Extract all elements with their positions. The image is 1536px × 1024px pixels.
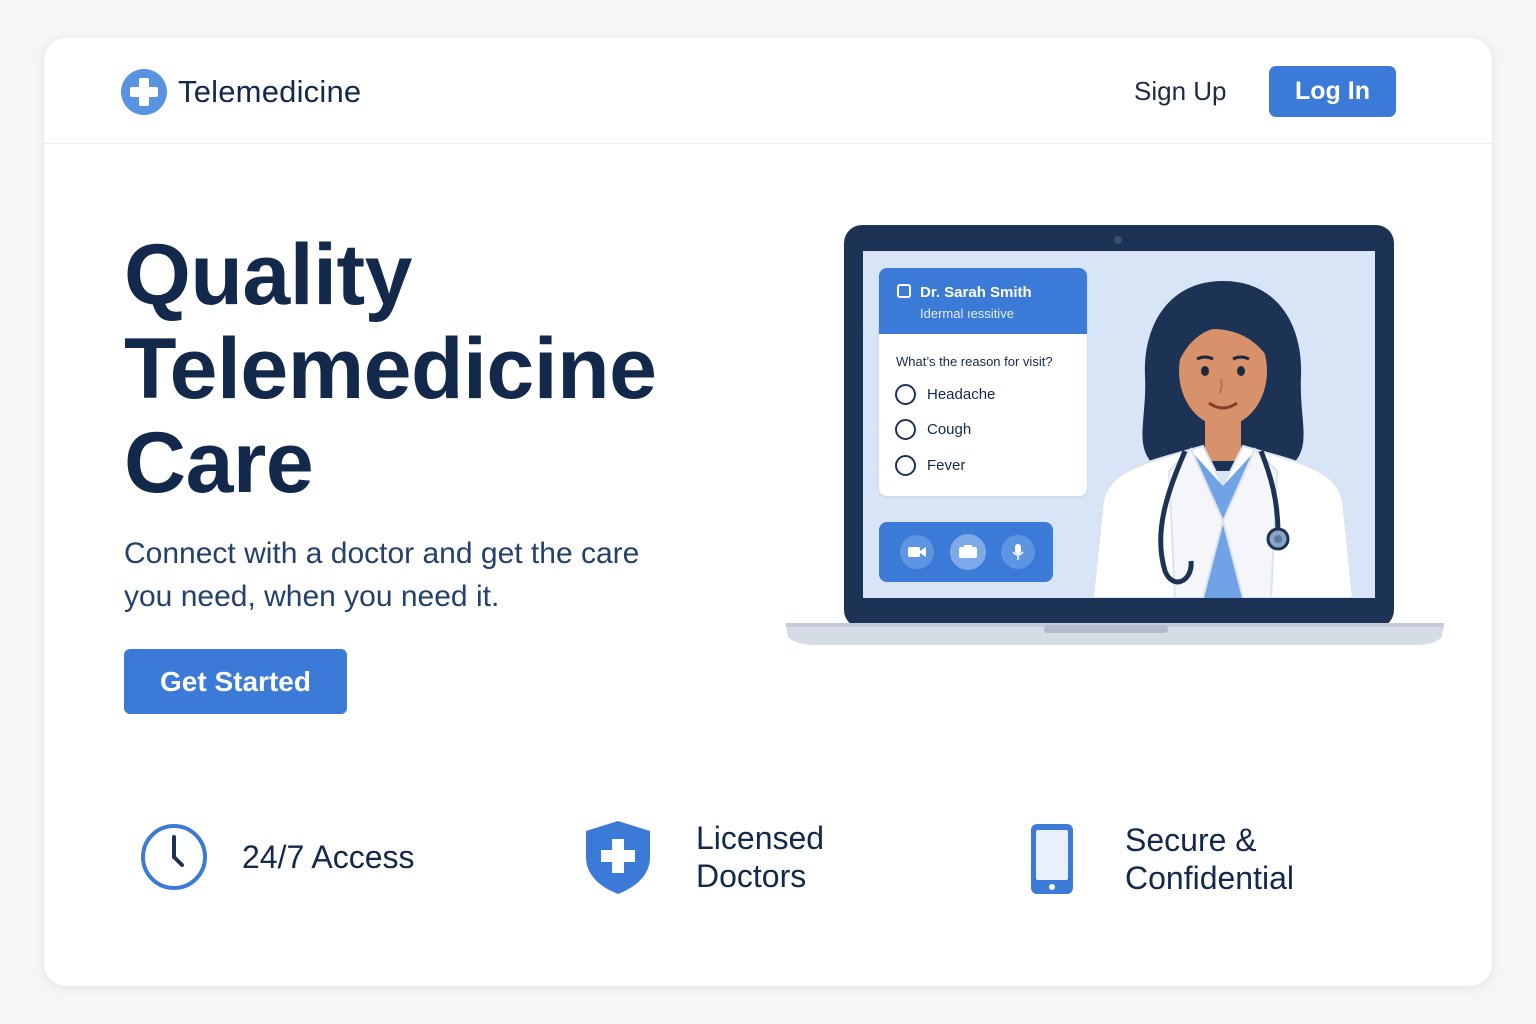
visit-reason-question: What’s the reason for visit? [896, 354, 1053, 369]
reason-option-fever[interactable]: Fever [895, 455, 965, 476]
sign-up-link[interactable]: Sign Up [1134, 76, 1227, 107]
clock-icon [141, 824, 207, 890]
intake-panel: Dr. Sarah Smith Idermal ıessitive What’s… [879, 268, 1087, 496]
hero-title-line: Telemedicine [124, 321, 657, 417]
radio-button[interactable] [895, 384, 916, 405]
doctor-illustration [1091, 281, 1355, 598]
laptop-base [786, 623, 1444, 645]
doctor-badge-icon [897, 284, 911, 298]
hero-subtitle-line: Connect with a doctor and get the care [124, 537, 640, 570]
hero-title-line: Care [124, 415, 314, 511]
camera-icon[interactable] [950, 534, 986, 570]
log-in-button[interactable]: Log In [1269, 66, 1396, 117]
video-icon[interactable] [900, 535, 934, 569]
brand-logo[interactable]: Telemedicine [120, 68, 361, 116]
feature-label: Secure & [1125, 822, 1257, 858]
brand-name: Telemedicine [178, 74, 362, 109]
medical-cross-icon [121, 69, 167, 115]
reason-option-cough[interactable]: Cough [895, 419, 971, 440]
laptop-screen-bezel: Dr. Sarah Smith Idermal ıessitive What’s… [844, 225, 1394, 628]
feature-licensed: Licensed Doctors [584, 819, 824, 895]
shield-cross-icon [586, 821, 650, 894]
laptop-illustration: Dr. Sarah Smith Idermal ıessitive What’s… [786, 223, 1444, 653]
doctor-name: Dr. Sarah Smith [920, 284, 1032, 301]
doctor-header: Dr. Sarah Smith Idermal ıessitive [879, 268, 1087, 334]
feature-label: Licensed [696, 820, 825, 856]
top-navbar: Telemedicine Sign Up Log In [44, 38, 1492, 144]
reason-option-headache[interactable]: Headache [895, 384, 995, 405]
radio-button[interactable] [895, 455, 916, 476]
option-label: Cough [927, 421, 972, 438]
option-label: Headache [927, 386, 996, 403]
feature-label: Doctors [696, 858, 807, 894]
feature-secure: Secure & Confidential [1029, 821, 1294, 897]
hero-title: Quality Telemedicine Care [124, 228, 744, 510]
hero-subtitle: Connect with a doctor and get the care y… [124, 532, 684, 618]
call-controls [879, 522, 1053, 582]
landing-card: Telemedicine Sign Up Log In Quality Tele… [44, 38, 1492, 986]
doctor-specialty: Idermal ıessitive [920, 306, 1014, 321]
feature-label: Confidential [1125, 860, 1294, 896]
hero-title-line: Quality [124, 227, 413, 323]
get-started-button[interactable]: Get Started [124, 649, 347, 714]
smartphone-icon [1031, 824, 1073, 894]
feature-access: 24/7 Access [140, 823, 415, 891]
feature-label: 24/7 Access [242, 839, 415, 875]
microphone-icon[interactable] [1001, 535, 1035, 569]
option-label: Fever [927, 457, 966, 474]
radio-button[interactable] [895, 419, 916, 440]
hero-subtitle-line: you need, when you need it. [124, 580, 500, 613]
feature-text-block: Secure & Confidential [1125, 821, 1294, 897]
video-call-screen: Dr. Sarah Smith Idermal ıessitive What’s… [863, 251, 1375, 598]
feature-text-block: Licensed Doctors [696, 819, 824, 895]
webcam-dot [1114, 236, 1122, 244]
